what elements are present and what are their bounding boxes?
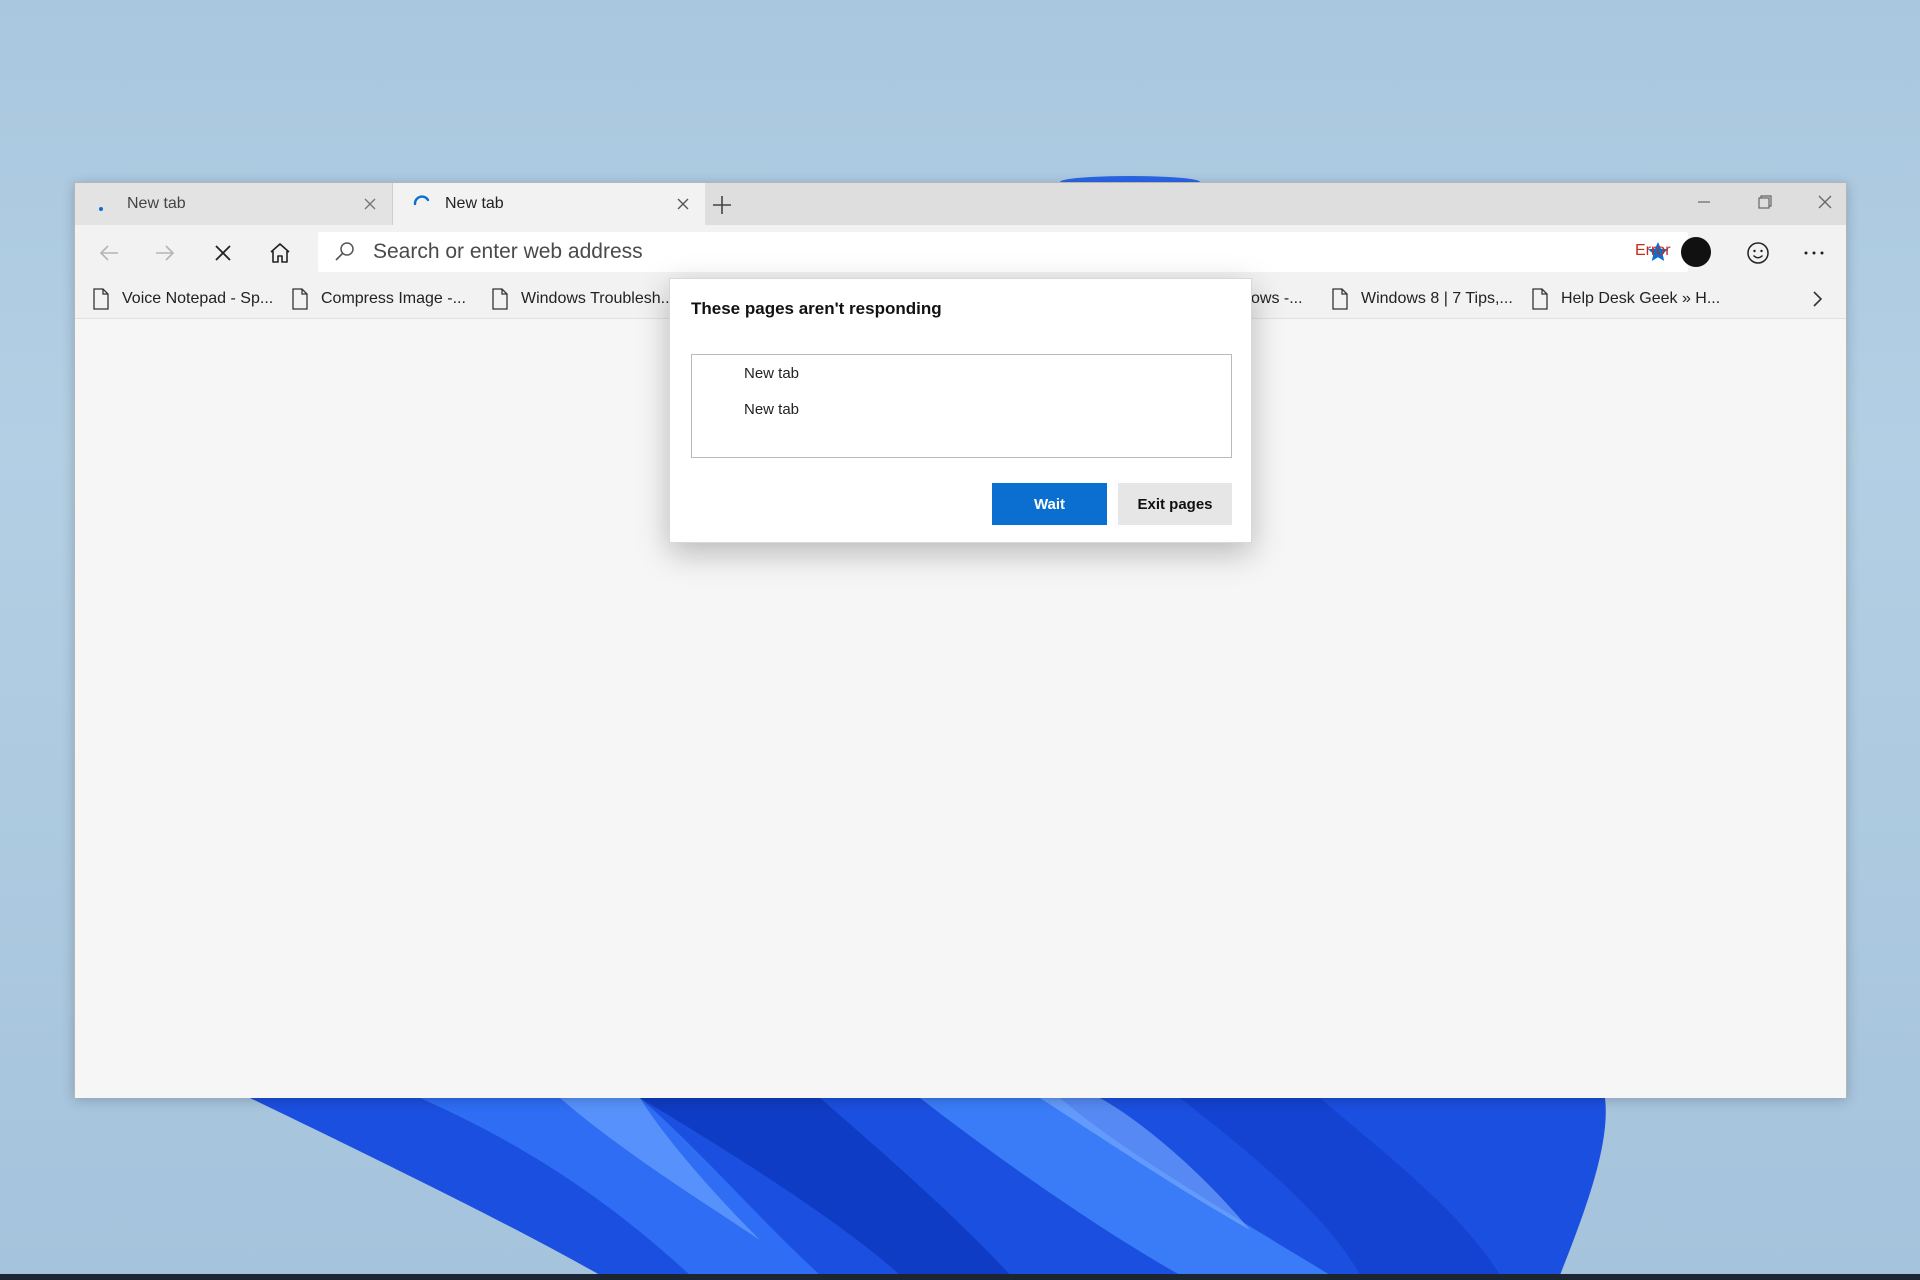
favorite-label: Help Desk Geek » H... (1561, 290, 1721, 307)
favorite-item[interactable]: Compress Image -... (291, 279, 466, 319)
loading-spinner-icon (411, 193, 433, 215)
favorite-label: Compress Image -... (321, 290, 466, 307)
forward-button[interactable] (148, 236, 182, 270)
back-button[interactable] (92, 236, 126, 270)
favorite-item[interactable]: Voice Notepad - Sp... (92, 279, 273, 319)
minimize-icon[interactable] (1687, 187, 1721, 217)
stop-loading-icon (215, 245, 231, 261)
tab-bar: New tab New tab (75, 183, 1846, 225)
search-icon (335, 242, 354, 261)
exit-pages-button[interactable]: Exit pages (1118, 483, 1232, 525)
close-icon[interactable] (673, 194, 693, 214)
wait-button[interactable]: Wait (992, 483, 1107, 525)
page-icon (292, 288, 308, 310)
favorite-label: ows -... (1251, 290, 1303, 307)
tab-label: New tab (445, 195, 504, 212)
more-icon (1804, 251, 1824, 255)
search-input[interactable] (373, 232, 1573, 272)
stop-button[interactable] (206, 236, 240, 270)
chevron-right-icon[interactable] (1805, 287, 1829, 311)
favorite-label: Voice Notepad - Sp... (122, 290, 274, 307)
emoji-icon (1747, 242, 1769, 264)
favorite-item[interactable]: ows -... (1251, 279, 1303, 319)
page-icon (492, 288, 508, 310)
favorite-item[interactable]: Windows 8 | 7 Tips,... (1331, 279, 1513, 319)
window-close-icon[interactable] (1808, 187, 1842, 217)
forward-arrow-icon (156, 245, 175, 261)
navigation-toolbar: Error (75, 225, 1846, 279)
home-button[interactable] (263, 236, 297, 270)
favorite-item[interactable]: Windows Troublesh... (491, 279, 674, 319)
page-icon (93, 288, 109, 310)
home-icon (270, 243, 290, 263)
favorite-label: Windows 8 | 7 Tips,... (1361, 290, 1513, 307)
taskbar-edge (0, 1274, 1920, 1280)
page-icon (1332, 288, 1348, 310)
page-icon (1532, 288, 1548, 310)
tab-new-tab-2[interactable]: New tab (393, 183, 705, 225)
loading-dot-icon (93, 193, 115, 215)
unresponsive-page-list: New tab New tab (691, 354, 1232, 458)
tab-label: New tab (127, 195, 186, 212)
feedback-button[interactable] (1741, 236, 1775, 270)
list-item: New tab (744, 365, 800, 382)
avatar[interactable] (1681, 237, 1711, 267)
favorite-item[interactable]: Help Desk Geek » H... (1531, 279, 1720, 319)
new-tab-plus-icon[interactable] (708, 191, 736, 219)
not-responding-dialog: These pages aren't responding New tab Ne… (669, 278, 1252, 543)
tab-new-tab-1[interactable]: New tab (75, 183, 393, 225)
favorite-label: Windows Troublesh... (521, 290, 674, 307)
back-arrow-icon (99, 245, 118, 261)
list-item: New tab (744, 401, 800, 418)
settings-more-button[interactable] (1797, 236, 1831, 270)
close-icon[interactable] (360, 194, 380, 214)
address-bar[interactable] (318, 232, 1688, 272)
dialog-title: These pages aren't responding (691, 299, 942, 318)
restore-icon[interactable] (1747, 187, 1781, 217)
profile-error-label[interactable]: Error (1635, 242, 1671, 260)
